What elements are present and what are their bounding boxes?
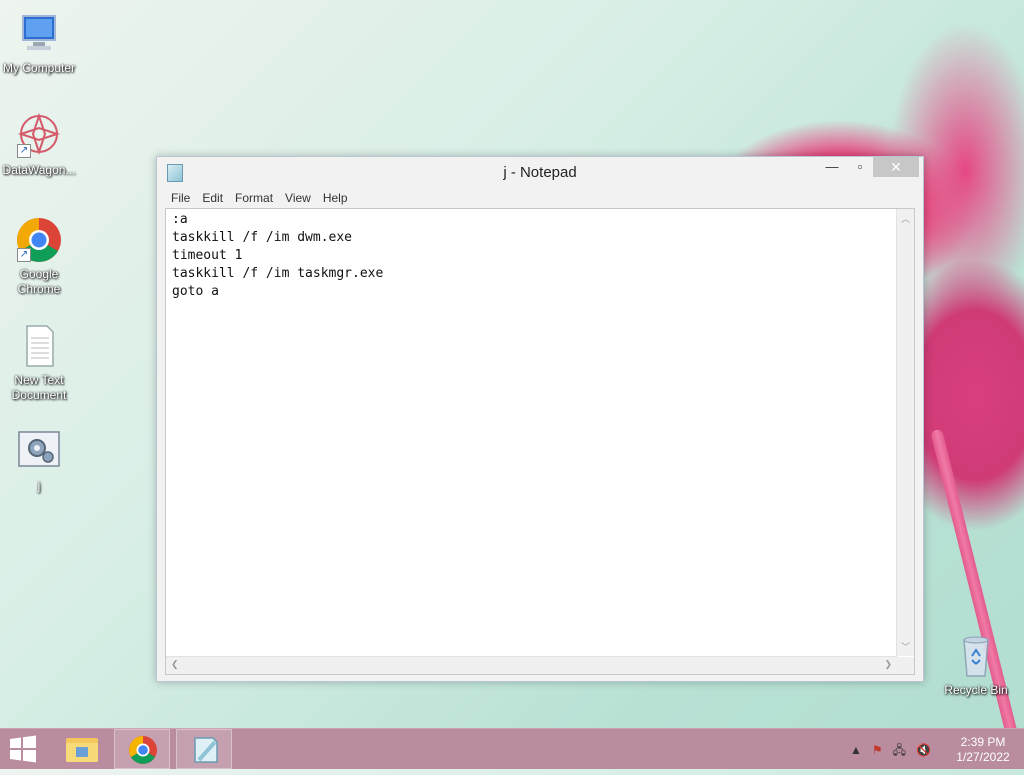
clock-date: 1/27/2022	[956, 750, 1010, 764]
show-hidden-icons-icon[interactable]: ▲	[850, 743, 862, 757]
vertical-scrollbar[interactable]: ︿ ﹀	[896, 209, 914, 656]
resize-grip-icon[interactable]	[897, 657, 914, 674]
desktop-icon-label: New Text Document	[11, 373, 67, 402]
scroll-right-icon[interactable]: ❯	[884, 659, 892, 670]
close-button[interactable]: ✕	[873, 157, 919, 177]
taskbar-clock[interactable]: 2:39 PM 1/27/2022	[948, 735, 1018, 765]
menu-edit[interactable]: Edit	[196, 188, 229, 208]
datawagon-icon: ↗	[15, 112, 63, 160]
desktop-icon-label: Recycle Bin	[944, 683, 1008, 697]
start-button[interactable]	[8, 735, 38, 763]
window-titlebar[interactable]: j - Notepad — ▫ ✕	[157, 157, 923, 187]
chrome-icon	[129, 736, 157, 764]
horizontal-scrollbar[interactable]: ❮ ❯	[166, 656, 897, 674]
window-title: j - Notepad	[503, 164, 577, 181]
folder-icon	[66, 738, 98, 762]
shortcut-arrow-icon: ↗	[17, 248, 31, 262]
clock-time: 2:39 PM	[960, 735, 1006, 749]
maximize-button[interactable]: ▫	[847, 157, 873, 177]
volume-muted-icon[interactable]: 🔇	[916, 743, 931, 757]
computer-icon	[15, 10, 63, 58]
desktop-icon-google-chrome[interactable]: ↗ Google Chrome	[1, 216, 77, 297]
desktop-icon-j[interactable]: j	[1, 428, 77, 494]
action-center-flag-icon[interactable]: ⚑	[872, 743, 883, 757]
taskbar: ▲ ⚑ 🖧 🔇 2:39 PM 1/27/2022	[0, 728, 1024, 769]
taskbar-notepad[interactable]	[176, 729, 232, 769]
windows-logo-icon	[10, 735, 36, 763]
desktop-icon-label: Google Chrome	[17, 267, 61, 296]
desktop-icon-my-computer[interactable]: My Computer	[1, 10, 77, 76]
notepad-icon	[194, 737, 218, 763]
scroll-left-icon[interactable]: ❮	[171, 659, 179, 670]
menu-help[interactable]: Help	[317, 188, 354, 208]
menu-bar: File Edit Format View Help	[165, 188, 354, 208]
menu-format[interactable]: Format	[229, 188, 279, 208]
desktop-icon-label: DataWagon...	[2, 163, 76, 177]
desktop-icon-label: My Computer	[2, 61, 76, 75]
system-tray: ▲ ⚑ 🖧 🔇	[850, 741, 941, 762]
desktop-icon-new-text-document[interactable]: New Text Document	[1, 322, 77, 403]
network-icon[interactable]: 🖧	[893, 741, 906, 762]
menu-view[interactable]: View	[279, 188, 317, 208]
taskbar-file-explorer[interactable]	[54, 729, 110, 769]
minimize-button[interactable]: —	[819, 157, 845, 177]
desktop-icon-datawagon[interactable]: ↗ DataWagon...	[1, 112, 77, 178]
batch-file-gear-icon	[15, 428, 63, 476]
desktop-icon-label: j	[37, 479, 41, 493]
editor-content[interactable]: :a taskkill /f /im dwm.exe timeout 1 tas…	[172, 211, 894, 301]
chrome-icon: ↗	[15, 216, 63, 264]
scroll-down-icon[interactable]: ﹀	[901, 640, 910, 653]
menu-file[interactable]: File	[165, 188, 196, 208]
text-document-icon	[15, 322, 63, 370]
scroll-up-icon[interactable]: ︿	[901, 212, 910, 225]
taskbar-chrome[interactable]	[114, 729, 170, 769]
desktop-icon-recycle-bin[interactable]: Recycle Bin	[938, 632, 1014, 698]
recycle-bin-icon	[952, 632, 1000, 680]
notepad-window[interactable]: j - Notepad — ▫ ✕ File Edit Format View Help…	[156, 156, 924, 682]
text-editor[interactable]: :a taskkill /f /im dwm.exe timeout 1 tas…	[165, 208, 915, 675]
shortcut-arrow-icon: ↗	[17, 144, 31, 158]
